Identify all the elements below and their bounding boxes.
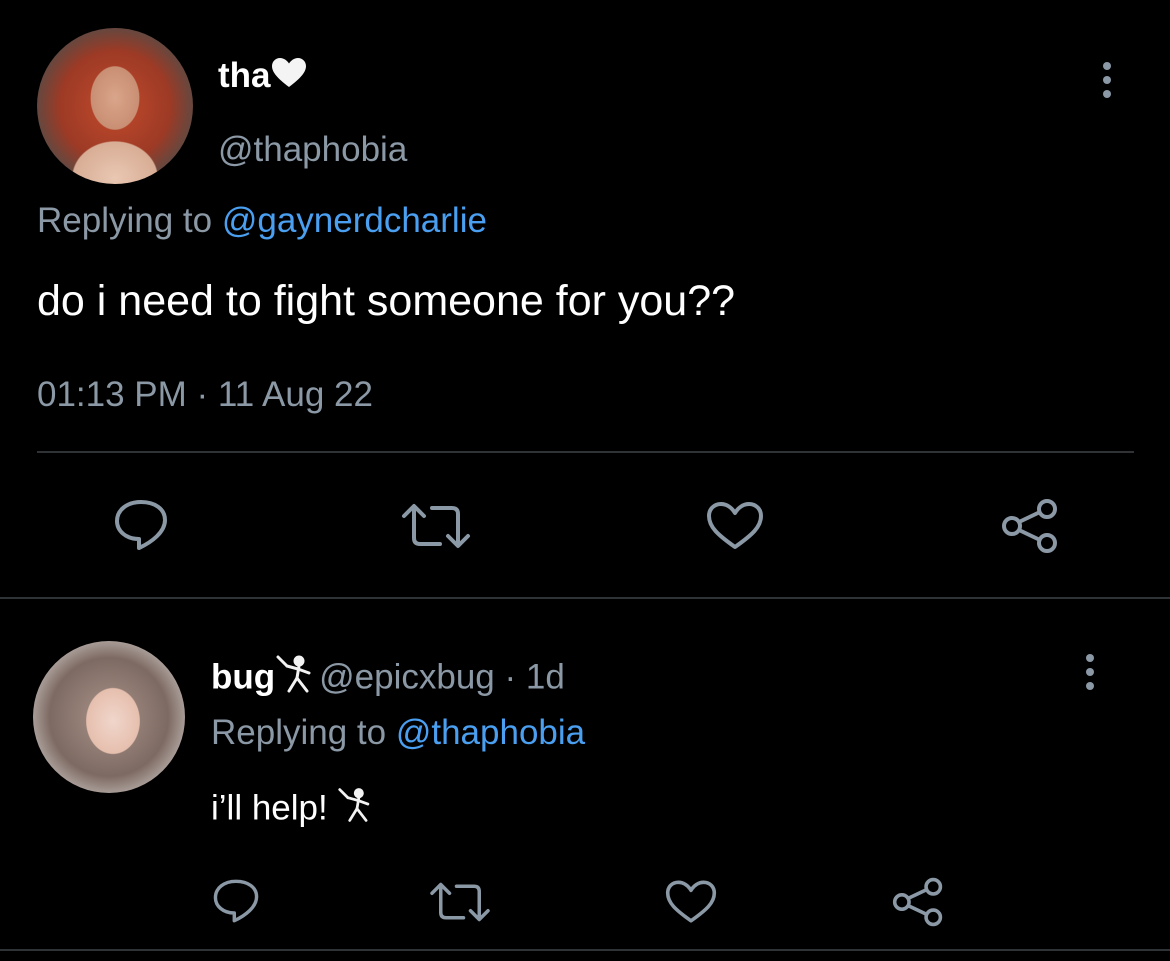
handle[interactable]: @epicxbug	[319, 657, 495, 696]
like-icon[interactable]	[706, 501, 764, 551]
display-name-text[interactable]: bug	[211, 657, 275, 696]
divider	[37, 451, 1134, 453]
timestamp: 01:13 PM · 11 Aug 22	[37, 375, 373, 414]
replying-to-label: Replying to	[37, 201, 222, 240]
reply-header: bug @epicxbug · 1d	[211, 654, 565, 704]
display-name[interactable]: tha	[218, 56, 307, 98]
tweet-text: do i need to fight someone for you??	[37, 277, 736, 325]
tweet-text: i’ll help!	[211, 786, 377, 834]
divider	[0, 949, 1170, 951]
handle[interactable]: @thaphobia	[218, 130, 407, 170]
avatar[interactable]	[37, 28, 193, 184]
replying-to: Replying to @thaphobia	[211, 712, 585, 754]
reply-icon[interactable]	[210, 877, 262, 925]
avatar[interactable]	[33, 641, 185, 793]
replying-to-label: Replying to	[211, 713, 396, 752]
more-options-icon[interactable]	[1083, 652, 1097, 692]
fencer-icon	[275, 654, 319, 704]
retweet-icon[interactable]	[427, 881, 493, 923]
more-options-icon[interactable]	[1100, 60, 1114, 100]
replying-to-mention[interactable]: @thaphobia	[396, 713, 585, 752]
separator: ·	[494, 657, 526, 697]
replying-to: Replying to @gaynerdcharlie	[37, 200, 487, 242]
white-heart-icon	[271, 57, 307, 98]
share-icon[interactable]	[891, 876, 945, 928]
tweet-age[interactable]: 1d	[526, 657, 565, 696]
retweet-icon[interactable]	[400, 502, 472, 550]
reply-icon[interactable]	[112, 497, 170, 553]
replying-to-mention[interactable]: @gaynerdcharlie	[222, 201, 487, 240]
tweet-text-content: i’ll help!	[211, 788, 328, 828]
display-name-text: tha	[218, 56, 271, 95]
fencer-icon	[337, 786, 377, 834]
share-icon[interactable]	[1000, 497, 1060, 555]
divider	[0, 597, 1170, 599]
like-icon[interactable]	[665, 879, 717, 925]
